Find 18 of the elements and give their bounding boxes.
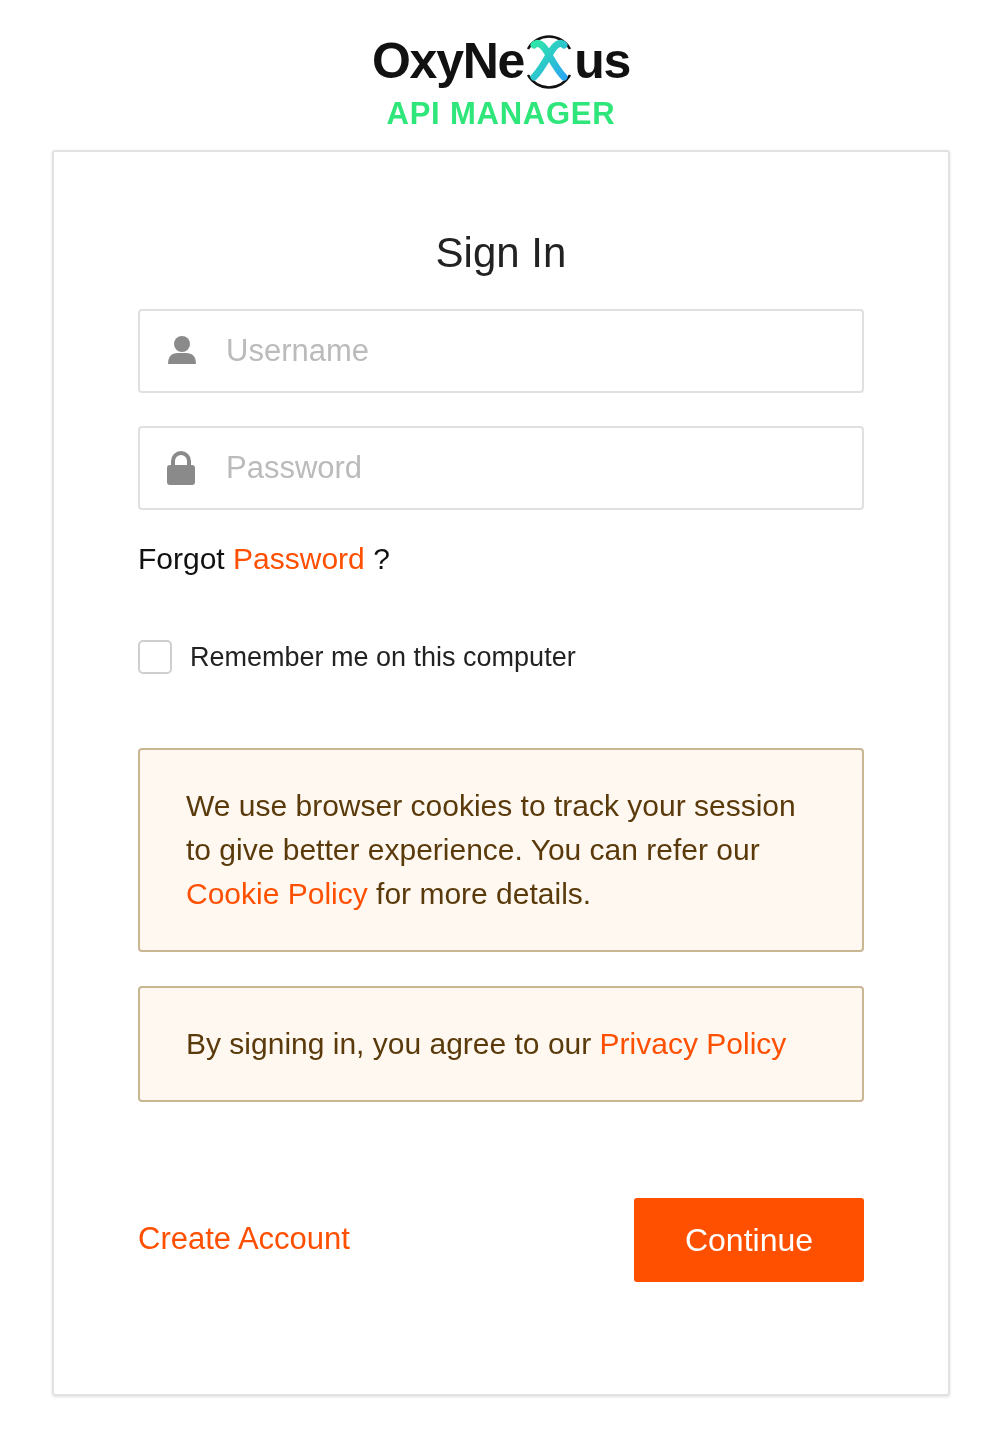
remember-checkbox[interactable] [138, 640, 172, 675]
input-field[interactable]: Password [138, 426, 864, 510]
continue-button[interactable]: Continue [634, 1197, 864, 1282]
forgot-password-text: Forgot Password ? [138, 544, 391, 574]
notice-text: By signing in, you agree to our Privacy Policy [186, 1025, 788, 1062]
create-account-link[interactable]: Create Account [138, 1216, 350, 1263]
notice-text: We use browser cookies to track your session to give better experience. You can refer our Cookie Policy for more details. [186, 787, 797, 912]
remember-label: Remember me on this computer [190, 641, 576, 674]
input-field[interactable]: Username [138, 309, 864, 393]
policy-link[interactable]: Cookie Policy [186, 876, 368, 910]
page-title: Sign In [434, 232, 568, 274]
logo-wordmark: OxyNe [371, 36, 525, 86]
lock-icon [166, 451, 196, 485]
logo-subtitle: API MANAGER [386, 98, 616, 129]
password-link[interactable]: Password [233, 542, 365, 575]
logo-wordmark: us [574, 36, 630, 86]
policy-link[interactable]: Privacy Policy [599, 1026, 787, 1060]
user-icon [166, 334, 198, 366]
